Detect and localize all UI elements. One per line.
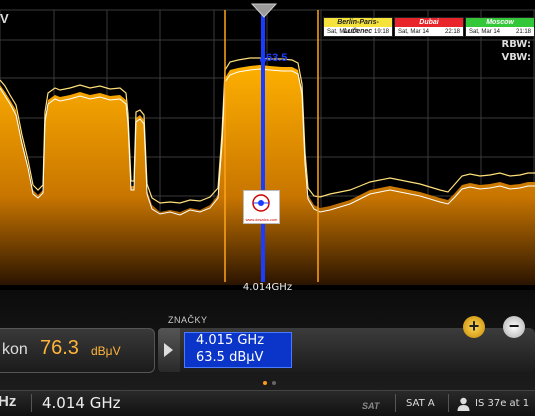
status-divider bbox=[395, 394, 396, 412]
marker-line bbox=[261, 10, 265, 282]
channel-power-unit: dBμV bbox=[91, 344, 121, 358]
clock-time: 21:18 bbox=[515, 29, 531, 35]
user-icon bbox=[457, 397, 470, 411]
marker-level: 63.5 dBμV bbox=[196, 350, 264, 365]
page-dot-active[interactable] bbox=[263, 381, 267, 385]
channel-power-value: 76.3 bbox=[40, 337, 79, 359]
clock-time: 19:18 bbox=[373, 29, 389, 35]
vbw-label: VBW: bbox=[501, 52, 531, 63]
spectrum-fill bbox=[0, 65, 535, 285]
clock-city: Berlin-Paris-Lučenec bbox=[324, 18, 392, 35]
clock-date: Sat, Mar 14 bbox=[469, 29, 501, 35]
marker-frequency: 4.015 GHz bbox=[196, 333, 265, 348]
clock-city: Moscow bbox=[466, 18, 534, 27]
page-dot[interactable] bbox=[272, 381, 276, 385]
markers-title: ZNAČKY bbox=[168, 315, 208, 325]
status-divider bbox=[448, 394, 449, 412]
clock-date: Sat, Mar 14 bbox=[327, 29, 359, 35]
status-frequency[interactable]: 4.014 GHz bbox=[42, 394, 121, 412]
remove-marker-button[interactable]: − bbox=[503, 316, 525, 338]
add-marker-button[interactable]: + bbox=[463, 316, 485, 338]
clock-city: Dubai bbox=[395, 18, 463, 27]
sat-input-label[interactable]: SAT A bbox=[406, 398, 435, 409]
clock-dubai: Dubai Sat, Mar 14 22:18 bbox=[394, 17, 464, 37]
amplitude-unit-label: V bbox=[0, 11, 9, 26]
spectrum-display[interactable] bbox=[0, 0, 535, 290]
status-unit-fragment: Hz bbox=[0, 393, 17, 410]
satellite-dish-icon bbox=[252, 194, 270, 212]
marker-select-arrow-button[interactable] bbox=[158, 328, 180, 372]
rbw-label: RBW: bbox=[501, 39, 532, 50]
page-indicator bbox=[263, 381, 276, 385]
channel-power-label: kon bbox=[2, 341, 28, 358]
clock-moscow: Moscow Sat, Mar 14 21:18 bbox=[465, 17, 535, 37]
watermark-logo: www.dxsatcs.com bbox=[243, 190, 280, 224]
clock-date: Sat, Mar 14 bbox=[398, 29, 430, 35]
marker-value-label: 63.5 bbox=[266, 52, 288, 64]
satellite-name[interactable]: IS 37e at 1 bbox=[475, 398, 529, 409]
clock-berlin: Berlin-Paris-Lučenec Sat, Mar 14 19:18 bbox=[323, 17, 393, 37]
watermark-text: www.dxsatcs.com bbox=[245, 217, 278, 222]
sat-logo: SAT bbox=[362, 401, 380, 411]
clock-time: 22:18 bbox=[444, 29, 460, 35]
status-divider bbox=[31, 394, 32, 412]
